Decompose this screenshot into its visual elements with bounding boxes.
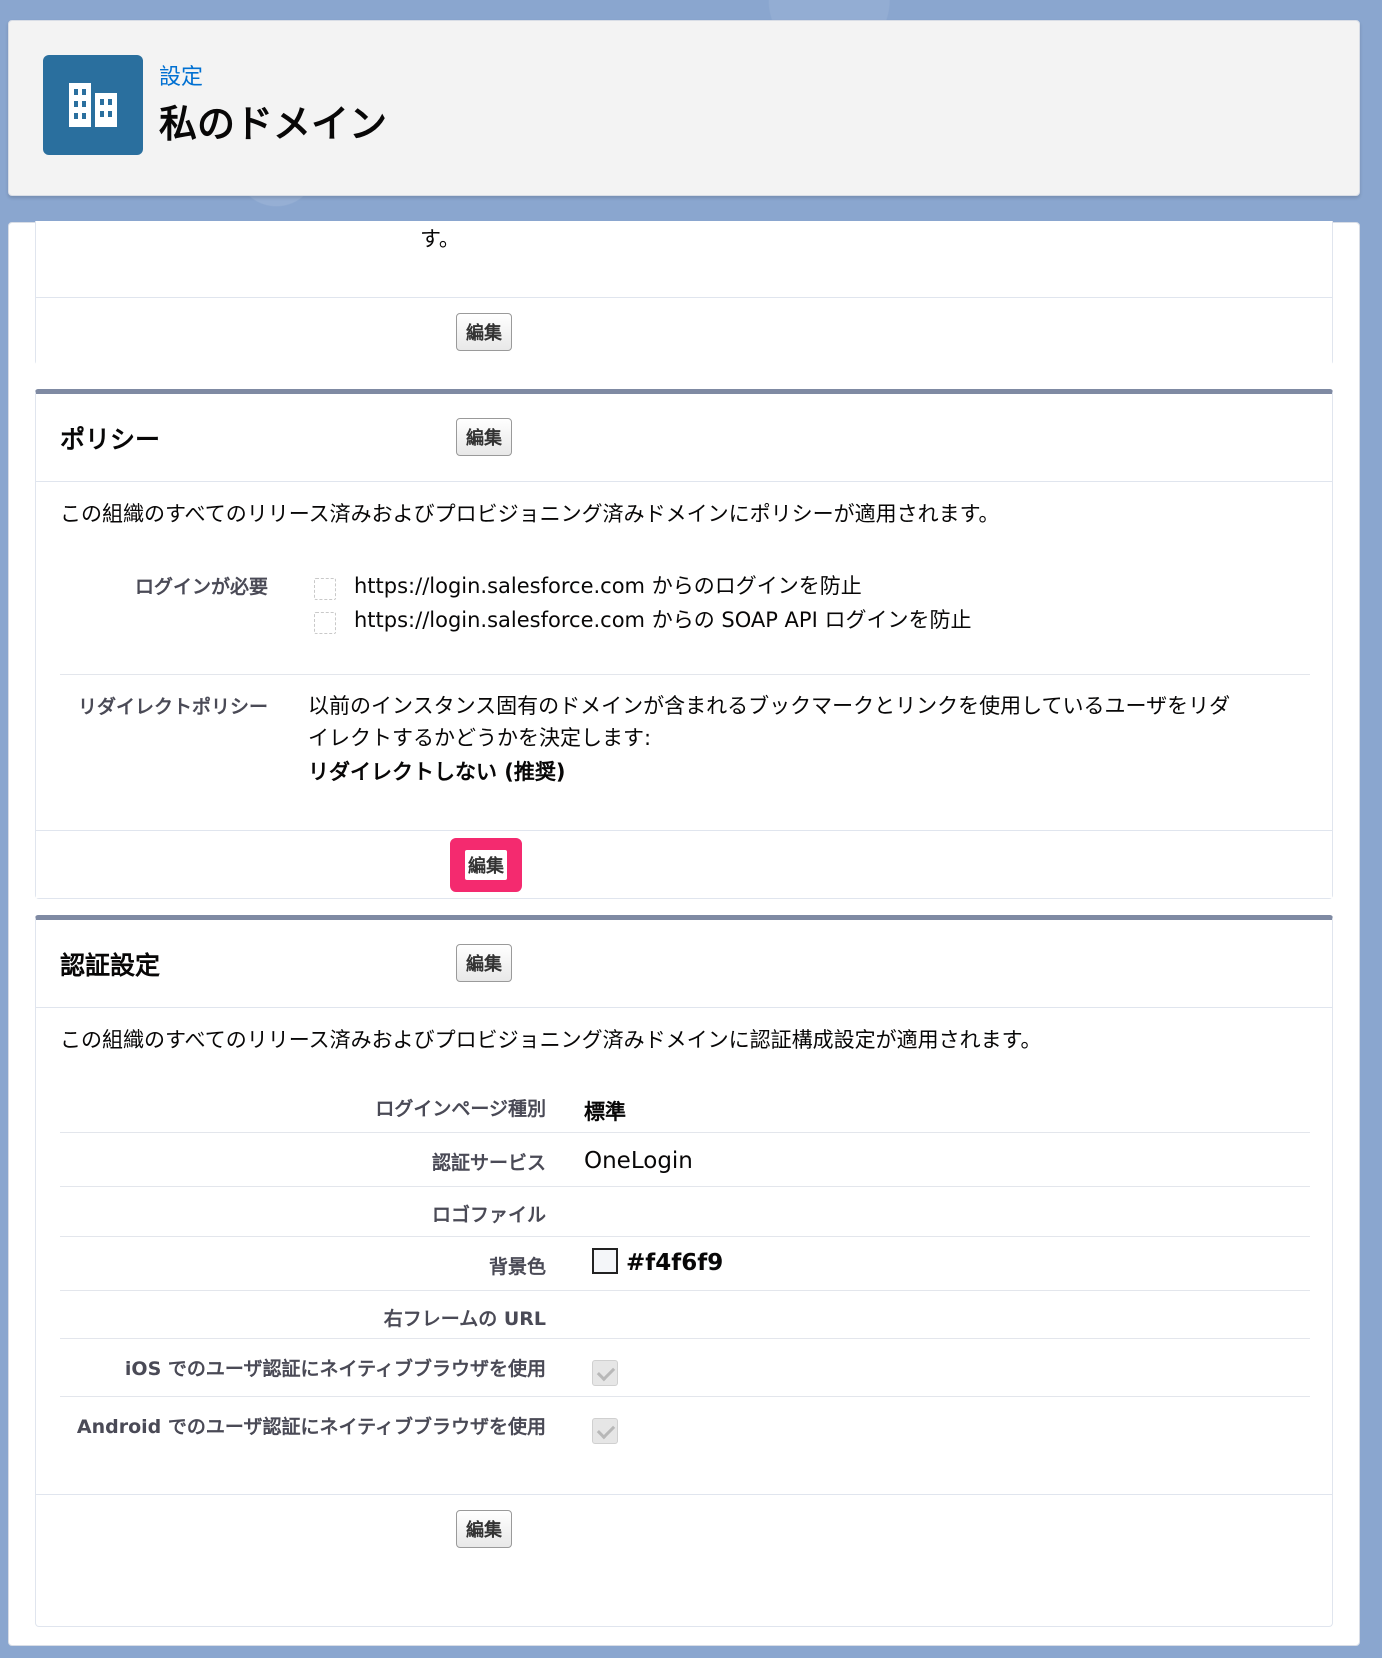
logo-file-label: ロゴファイル (431, 1204, 546, 1226)
redirect-description-line2: イレクトするかどうかを決定します: (308, 726, 652, 750)
ios-native-browser-checkbox[interactable] (592, 1360, 618, 1386)
prevent-soap-login-label: https://login.salesforce.com からの SOAP AP… (354, 608, 972, 632)
row-divider (60, 1290, 1310, 1291)
auth-service-label: 認証サービス (431, 1152, 546, 1174)
auth-footer: 編集 (36, 1494, 1332, 1562)
redirect-policy-label: リダイレクトポリシー (77, 696, 268, 718)
edit-button-policy-highlighted[interactable]: 編集 (450, 838, 522, 892)
content-panel: す。 編集 ポリシー 編集 この組織のすべてのリリース済みおよびプロビジョニング… (8, 221, 1360, 1646)
auth-service-value: OneLogin (584, 1148, 693, 1174)
prevent-soap-login-checkbox[interactable] (314, 612, 336, 634)
login-page-type-value: 標準 (584, 1100, 626, 1124)
policy-title: ポリシー (60, 425, 161, 454)
edit-button-domain[interactable]: 編集 (456, 313, 512, 351)
auth-description: この組織のすべてのリリース済みおよびプロビジョニング済みドメインに認証構成設定が… (60, 1028, 1042, 1052)
auth-title: 認証設定 (60, 951, 161, 980)
auth-header: 認証設定 編集 (36, 920, 1332, 1008)
redirect-description-line1: 以前のインスタンス固有のドメインが含まれるブックマークとリンクを使用しているユー… (308, 694, 1231, 718)
trailing-text: す。 (420, 227, 460, 251)
page-header: 設定 私のドメイン (8, 20, 1360, 196)
edit-button-auth-top[interactable]: 編集 (456, 944, 512, 982)
prevent-login-checkbox[interactable] (314, 578, 336, 600)
android-native-browser-label: Android でのユーザ認証にネイティブブラウザを使用 (76, 1416, 546, 1438)
row-divider (60, 674, 1310, 675)
breadcrumb-setup[interactable]: 設定 (159, 59, 203, 91)
page-title: 私のドメイン (159, 102, 388, 146)
policy-description: この組織のすべてのリリース済みおよびプロビジョニング済みドメインにポリシーが適用… (60, 502, 1000, 526)
login-page-type-label: ログインページ種別 (375, 1098, 546, 1120)
section-footer: 編集 (36, 297, 1332, 365)
android-native-browser-checkbox[interactable] (592, 1418, 618, 1444)
row-divider (60, 1132, 1310, 1133)
ios-native-browser-label: iOS でのユーザ認証にネイティブブラウザを使用 (124, 1358, 546, 1380)
background-color-label: 背景色 (488, 1256, 546, 1278)
row-divider (60, 1236, 1310, 1237)
building-icon (43, 55, 143, 155)
background-color-value: #f4f6f9 (626, 1250, 724, 1276)
edit-button-policy-top[interactable]: 編集 (456, 418, 512, 456)
prevent-login-label: https://login.salesforce.com からのログインを防止 (354, 574, 862, 598)
policy-section: ポリシー 編集 この組織のすべてのリリース済みおよびプロビジョニング済みドメイン… (35, 389, 1333, 899)
edit-button-policy-label: 編集 (465, 850, 507, 880)
policy-header: ポリシー 編集 (36, 394, 1332, 482)
background-color-swatch (592, 1248, 618, 1274)
domain-section-partial: す。 編集 (35, 221, 1333, 365)
login-required-label: ログインが必要 (134, 576, 268, 598)
policy-footer: 編集 (36, 830, 1332, 898)
row-divider (60, 1338, 1310, 1339)
row-divider (60, 1186, 1310, 1187)
auth-settings-section: 認証設定 編集 この組織のすべてのリリース済みおよびプロビジョニング済みドメイン… (35, 915, 1333, 1627)
edit-button-auth-bottom[interactable]: 編集 (456, 1510, 512, 1548)
row-divider (60, 1396, 1310, 1397)
right-frame-url-label: 右フレームの URL (383, 1308, 546, 1330)
redirect-policy-value: リダイレクトしない (推奨) (308, 760, 566, 784)
